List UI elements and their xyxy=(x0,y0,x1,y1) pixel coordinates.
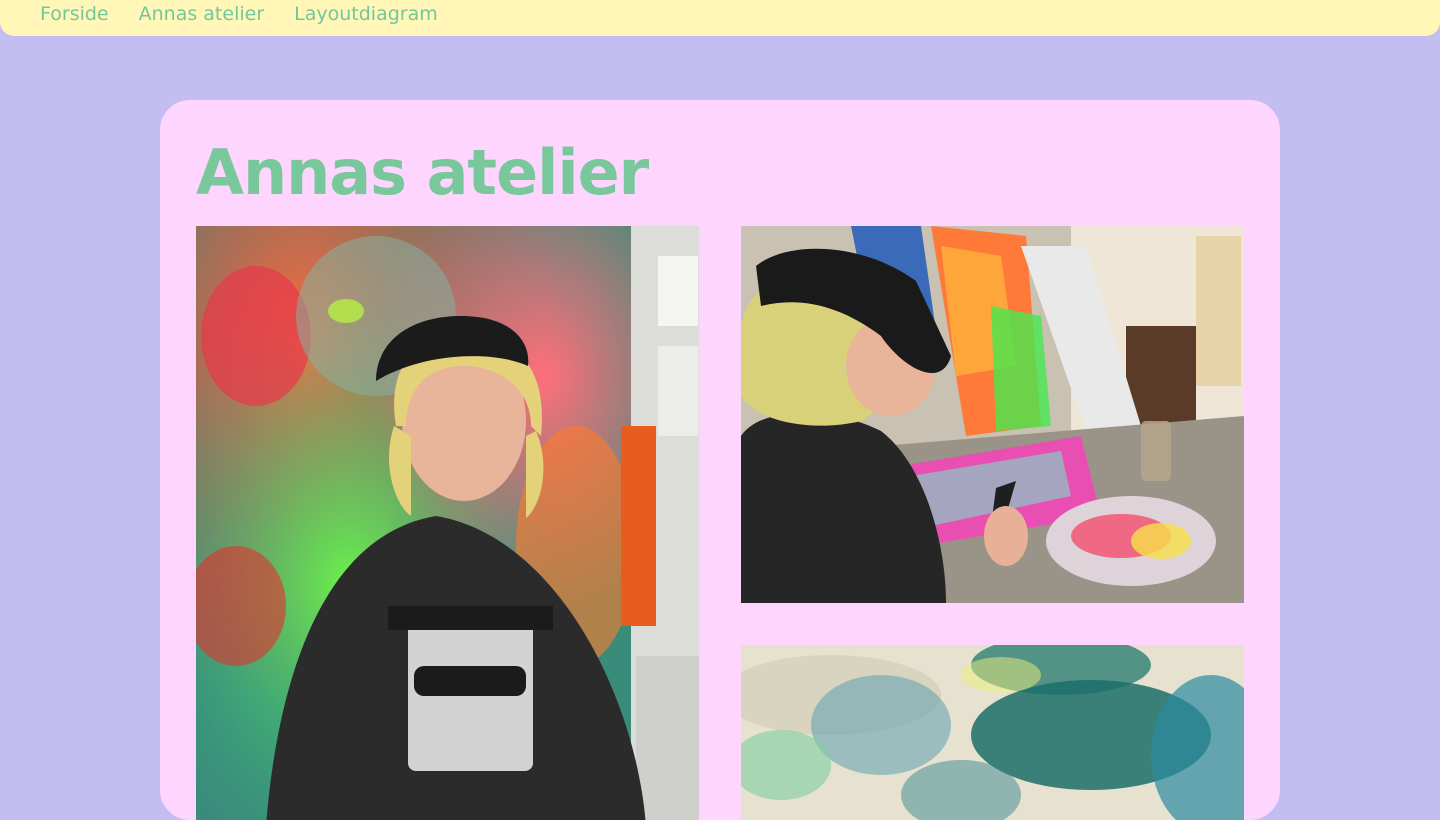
painting-at-desk-photo xyxy=(741,226,1244,603)
page-title: Annas atelier xyxy=(196,136,649,209)
portrait-photo xyxy=(196,226,699,820)
abstract-painting-photo xyxy=(741,645,1244,820)
abstract-painting-image xyxy=(741,645,1244,820)
top-navigation: Forside Annas atelier Layoutdiagram xyxy=(0,0,1440,36)
portrait-image xyxy=(196,226,699,820)
nav-link-annas-atelier[interactable]: Annas atelier xyxy=(139,4,265,24)
painting-at-desk-image xyxy=(741,226,1244,603)
nav-link-forside[interactable]: Forside xyxy=(40,4,109,24)
nav-link-layoutdiagram[interactable]: Layoutdiagram xyxy=(294,4,438,24)
content-card: Annas atelier xyxy=(160,100,1280,820)
